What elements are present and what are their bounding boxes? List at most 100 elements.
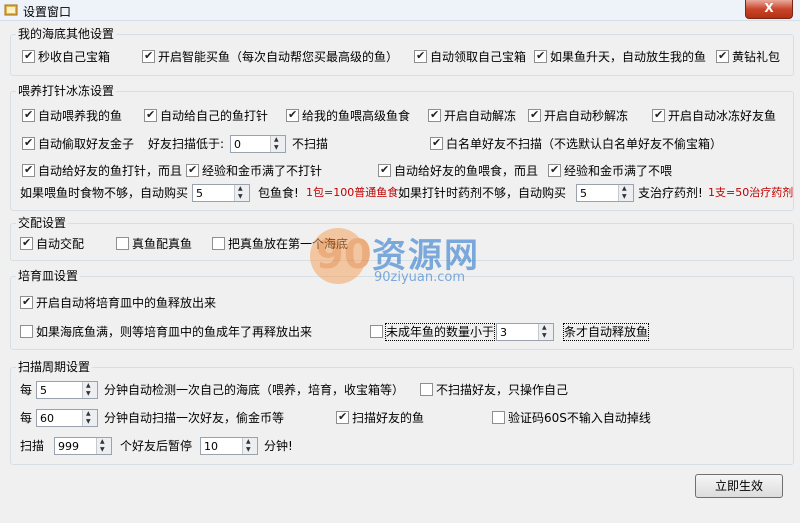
- stepper-arrows[interactable]: ▲ ▼: [234, 185, 249, 201]
- checkbox-label: 开启自动秒解冻: [544, 109, 629, 123]
- food-note: 1包=100普通鱼食: [306, 186, 399, 199]
- checkbox-label: 经验和金币满了不喂: [564, 164, 673, 178]
- checkbox-box[interactable]: [20, 294, 33, 310]
- checkbox-box[interactable]: [430, 135, 443, 151]
- checkbox-label: 开启自动解冻: [444, 109, 517, 123]
- checkbox-label: 自动交配: [36, 237, 85, 251]
- checkbox-label: 开启智能买鱼（每次自动帮您买最高级的鱼）: [158, 50, 399, 64]
- checkbox-box[interactable]: [22, 48, 35, 64]
- checkbox-box[interactable]: [378, 162, 391, 178]
- checkbox-box[interactable]: [534, 48, 547, 64]
- stepper-value[interactable]: 60: [40, 411, 54, 427]
- scan-self-suffix: 分钟自动检测一次自己的海底（喂养，培育，收宝箱等）: [104, 383, 405, 397]
- checkbox-label: 把真鱼放在第一个海底: [228, 237, 349, 251]
- stepper-value[interactable]: 5: [580, 186, 587, 202]
- minor-count-stepper[interactable]: 3 ▲ ▼: [496, 323, 554, 341]
- minor-count-suffix: 条才自动释放鱼: [562, 323, 650, 341]
- app-icon: [4, 4, 18, 16]
- checkbox-label: 如果海底鱼满，则等培育皿中的鱼成年了再释放出来: [36, 325, 313, 339]
- stepper-arrows[interactable]: ▲ ▼: [618, 185, 633, 201]
- stepper-value[interactable]: 3: [500, 325, 507, 341]
- checkbox-box[interactable]: [212, 237, 225, 250]
- checkbox-box[interactable]: [20, 235, 33, 251]
- checkbox-label: 开启自动将培育皿中的鱼释放出来: [36, 296, 217, 310]
- checkbox-box[interactable]: [420, 383, 433, 396]
- stepper-value[interactable]: 0: [234, 137, 241, 153]
- checkbox-label: 黄钻礼包: [732, 50, 781, 64]
- group-title: 培育皿设置: [16, 268, 81, 284]
- window-title: 设置窗口: [23, 5, 72, 19]
- checkbox-label: 自动给好友的鱼打针，而且: [38, 164, 183, 178]
- checkbox-box[interactable]: [142, 48, 155, 64]
- checkbox-box[interactable]: [116, 237, 129, 250]
- checkbox-label: 自动领取自己宝箱: [430, 50, 527, 64]
- stepper-arrows[interactable]: ▲ ▼: [538, 324, 553, 340]
- checkbox-box[interactable]: [528, 107, 541, 123]
- stepper-arrows[interactable]: ▲ ▼: [82, 382, 97, 398]
- stepper-value[interactable]: 5: [196, 186, 203, 202]
- checkbox-box[interactable]: [548, 162, 561, 178]
- apply-button[interactable]: 立即生效: [695, 474, 783, 498]
- medicine-note: 1支=50治疗药剂: [708, 186, 794, 199]
- checkbox-label: 真鱼配真鱼: [132, 237, 193, 251]
- checkbox-box[interactable]: [22, 162, 35, 178]
- scan-self-prefix: 每: [20, 383, 33, 397]
- checkbox-box[interactable]: [286, 107, 299, 123]
- title-bar: 设置窗口 X: [0, 0, 800, 21]
- checkbox-label: 给我的鱼喂高级鱼食: [302, 109, 411, 123]
- checkbox-box[interactable]: [370, 325, 383, 338]
- checkbox-box[interactable]: [652, 107, 665, 123]
- checkbox-label: 经验和金币满了不打针: [202, 164, 323, 178]
- stepper-arrows[interactable]: ▲ ▼: [96, 438, 111, 454]
- pause-minutes-stepper[interactable]: 10 ▲ ▼: [200, 437, 258, 455]
- checkbox-label: 扫描好友的鱼: [352, 411, 425, 425]
- group-title: 我的海底其他设置: [16, 26, 117, 42]
- scan-self-stepper[interactable]: 5 ▲ ▼: [36, 381, 98, 399]
- group-title: 交配设置: [16, 215, 69, 231]
- checkbox-label: 秒收自己宝箱: [38, 50, 111, 64]
- group-title: 喂养打针冰冻设置: [16, 83, 117, 99]
- medicine-buy-suffix: 支治疗药剂!: [638, 186, 703, 200]
- checkbox-box[interactable]: [414, 48, 427, 64]
- pause-suffix: 分钟!: [264, 439, 293, 453]
- checkbox-box[interactable]: [22, 135, 35, 151]
- checkbox-label: 自动偷取好友金子: [38, 137, 135, 151]
- checkbox-box[interactable]: [144, 107, 157, 123]
- stepper-value[interactable]: 5: [40, 383, 47, 399]
- close-button[interactable]: X: [745, 0, 793, 19]
- checkbox-box[interactable]: [22, 107, 35, 123]
- checkbox-box[interactable]: [336, 409, 349, 425]
- checkbox-label: 开启自动冰冻好友鱼: [668, 109, 777, 123]
- stepper-value[interactable]: 10: [204, 439, 218, 455]
- checkbox-box[interactable]: [716, 48, 729, 64]
- scan-friends-suffix: 分钟自动扫描一次好友，偷金币等: [104, 411, 285, 425]
- scan-below-stepper[interactable]: 0 ▲ ▼: [230, 135, 286, 153]
- medicine-buy-stepper[interactable]: 5 ▲ ▼: [576, 184, 634, 202]
- pause-friends-stepper[interactable]: 999 ▲ ▼: [54, 437, 112, 455]
- medicine-buy-label: 如果打针时药剂不够，自动购买: [398, 186, 567, 200]
- no-scan-label: 不扫描: [292, 137, 329, 151]
- stepper-value[interactable]: 999: [58, 439, 79, 455]
- checkbox-box[interactable]: [20, 325, 33, 338]
- food-buy-stepper[interactable]: 5 ▲ ▼: [192, 184, 250, 202]
- checkbox-label: 如果鱼升天，自动放生我的鱼: [550, 50, 707, 64]
- stepper-arrows[interactable]: ▲ ▼: [82, 410, 97, 426]
- pause-mid: 个好友后暂停: [120, 439, 193, 453]
- checkbox-box[interactable]: [492, 411, 505, 424]
- stepper-arrows[interactable]: ▲ ▼: [270, 136, 285, 152]
- checkbox-label: 不扫描好友，只操作自己: [436, 383, 569, 397]
- scan-friends-prefix: 每: [20, 411, 33, 425]
- checkbox-label: 自动给自己的鱼打针: [160, 109, 269, 123]
- checkbox-box[interactable]: [428, 107, 441, 123]
- scan-friends-stepper[interactable]: 60 ▲ ▼: [36, 409, 98, 427]
- pause-prefix: 扫描: [20, 439, 45, 453]
- checkbox-box[interactable]: [186, 162, 199, 178]
- stepper-arrows[interactable]: ▲ ▼: [242, 438, 257, 454]
- scan-below-label: 好友扫描低于:: [148, 137, 225, 151]
- checkbox-label: 白名单好友不扫描（不选默认白名单好友不偷宝箱）: [446, 137, 723, 151]
- checkbox-label: 验证码60S不输入自动掉线: [508, 411, 651, 425]
- checkbox-label: 自动喂养我的鱼: [38, 109, 123, 123]
- checkbox-label: 未成年鱼的数量小于: [384, 323, 496, 341]
- group-title: 扫描周期设置: [16, 359, 93, 375]
- food-buy-suffix: 包鱼食!: [258, 186, 299, 200]
